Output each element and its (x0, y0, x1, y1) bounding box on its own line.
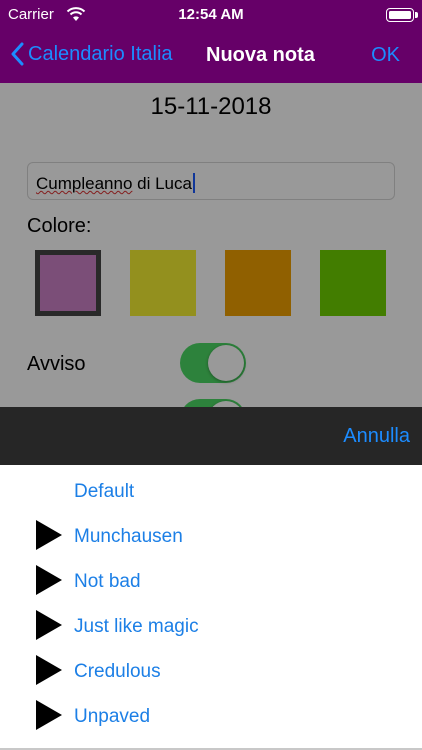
list-item-munchausen[interactable]: Munchausen (0, 513, 422, 558)
page-title: Nuova nota (206, 44, 315, 66)
list-item-label: Credulous (74, 661, 161, 682)
ok-button[interactable]: OK (371, 44, 400, 67)
play-icon[interactable] (36, 610, 62, 640)
navigation-bar: Calendario Italia Nuova nota OK (0, 30, 422, 83)
sound-list: Default Munchausen Not bad Just like mag… (0, 465, 422, 750)
play-icon[interactable] (36, 700, 62, 730)
list-item-label: Munchausen (74, 526, 183, 547)
sheet-toolbar: Annulla (0, 407, 422, 465)
cancel-button[interactable]: Annulla (343, 425, 410, 448)
list-item-label: Unpaved (74, 706, 151, 727)
play-icon[interactable] (36, 520, 62, 550)
dim-overlay[interactable] (0, 83, 422, 407)
status-time: 12:54 AM (178, 6, 244, 23)
list-item-credulous[interactable]: Credulous (0, 648, 422, 693)
back-button[interactable]: Calendario Italia (10, 42, 173, 66)
list-item-default[interactable]: Default (0, 468, 422, 513)
back-button-label: Calendario Italia (28, 42, 173, 65)
list-item-label: Default (74, 481, 135, 502)
chevron-left-icon (11, 42, 24, 66)
list-item-unpaved[interactable]: Unpaved (0, 693, 422, 738)
list-item-not-bad[interactable]: Not bad (0, 558, 422, 603)
list-item-label: Just like magic (74, 616, 199, 637)
list-item-label: Not bad (74, 571, 141, 592)
play-icon[interactable] (36, 565, 62, 595)
battery-icon (386, 8, 418, 22)
play-icon[interactable] (36, 655, 62, 685)
list-item-just-like-magic[interactable]: Just like magic (0, 603, 422, 648)
status-bar: Carrier 12:54 AM (0, 0, 422, 30)
